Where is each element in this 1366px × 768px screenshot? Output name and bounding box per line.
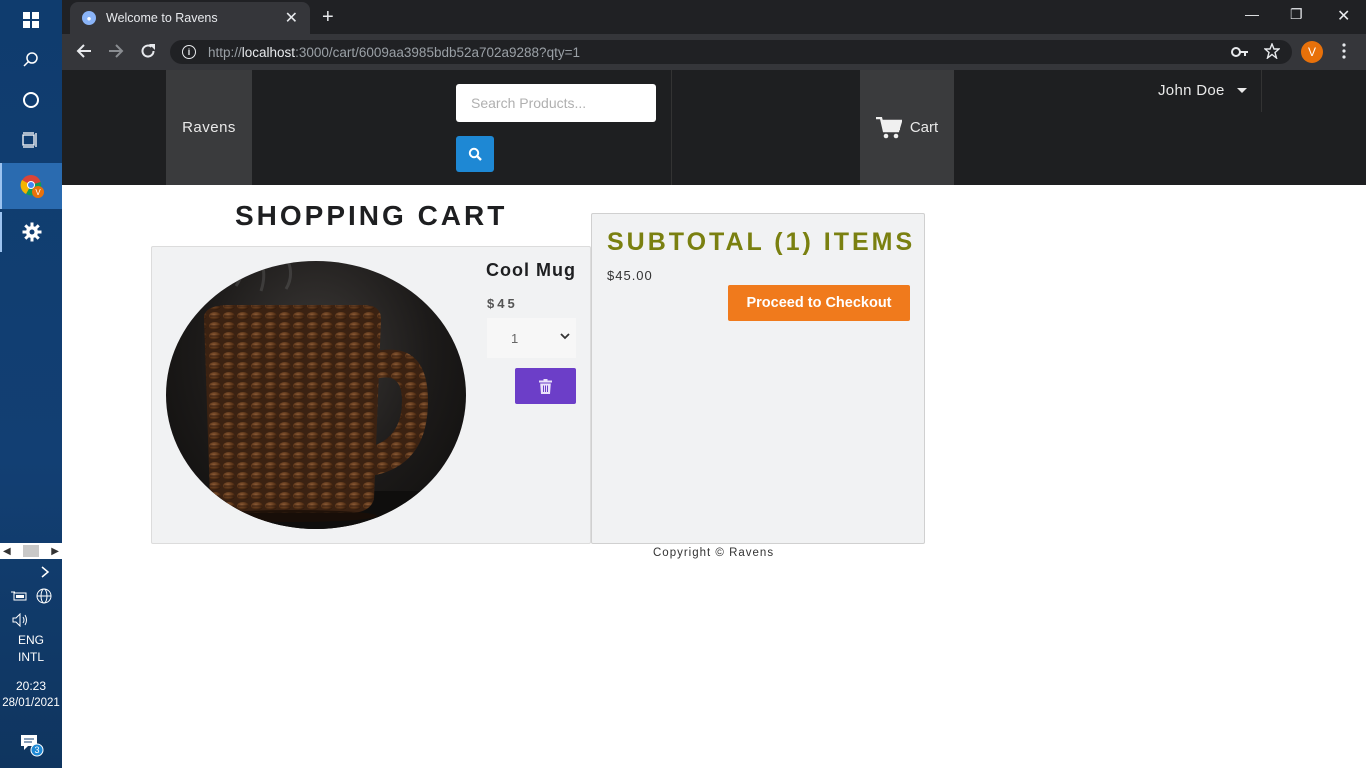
scroll-thumb[interactable] <box>23 545 39 557</box>
taskbar-scrollbar[interactable]: ◀ ▶ <box>0 543 62 559</box>
language-code: ENG <box>17 633 44 647</box>
shopping-cart-icon <box>875 116 902 138</box>
browser-tab[interactable]: ● Welcome to Ravens ✕ <box>70 2 310 34</box>
user-dropdown[interactable]: John Doe <box>1158 82 1247 99</box>
order-summary-card <box>591 213 925 544</box>
restore-icon[interactable]: ❐ <box>1290 6 1303 23</box>
windows-taskbar: V ◀ ▶ ENG INTL 20:23 28/01/2021 3 <box>0 0 62 768</box>
tab-favicon-icon: ● <box>82 11 96 25</box>
product-price: $45 <box>487 296 518 311</box>
page-title: SHOPPING CART <box>235 200 508 231</box>
search-input[interactable] <box>456 84 656 122</box>
coffee-mug-image <box>166 261 466 529</box>
nav-divider <box>1261 70 1262 112</box>
footer-copyright: Copyright © Ravens <box>653 547 775 559</box>
clock-date: 28/01/2021 <box>2 697 60 709</box>
gear-icon[interactable] <box>0 212 62 252</box>
close-window-icon[interactable]: ✕ <box>1337 6 1350 26</box>
cortana-icon[interactable] <box>0 80 62 120</box>
nav-divider <box>671 70 672 185</box>
bookmark-star-icon[interactable] <box>1263 42 1281 64</box>
url-host: localhost <box>241 44 296 60</box>
keyboard-layout: INTL <box>17 650 44 664</box>
product-image[interactable] <box>166 261 466 529</box>
notification-count: 3 <box>34 745 39 755</box>
forward-icon[interactable] <box>108 43 124 62</box>
network-globe-icon[interactable] <box>36 588 52 604</box>
minimize-icon[interactable]: — <box>1245 6 1259 22</box>
subtotal-amount: $45.00 <box>607 268 653 283</box>
close-tab-icon[interactable]: ✕ <box>285 8 298 28</box>
svg-text:V: V <box>35 188 41 197</box>
profile-avatar[interactable]: V <box>1301 41 1323 63</box>
reload-icon[interactable] <box>140 43 156 62</box>
search-icon <box>468 147 482 161</box>
clock-time: 20:23 <box>15 679 47 693</box>
volume-icon[interactable] <box>0 610 62 630</box>
scroll-right-icon[interactable]: ▶ <box>51 546 59 557</box>
address-bar[interactable]: i http://localhost:3000/cart/6009aa3985b… <box>170 40 1292 64</box>
product-name[interactable]: Cool Mug <box>486 260 576 281</box>
chrome-taskbar-icon[interactable]: V <box>0 163 62 209</box>
task-view-icon[interactable] <box>0 120 62 160</box>
cart-nav-link[interactable]: Cart <box>860 70 954 185</box>
browser-menu-icon[interactable] <box>1341 43 1347 64</box>
tab-title: Welcome to Ravens <box>106 11 218 25</box>
clock[interactable]: 20:23 28/01/2021 <box>0 678 62 712</box>
chevron-down-icon <box>560 333 570 340</box>
language-indicator[interactable]: ENG INTL <box>0 632 62 666</box>
new-tab-icon[interactable]: + <box>322 6 334 29</box>
url-path: :3000/cart/6009aa3985bdb52a702a9288?qty=… <box>295 44 580 60</box>
back-icon[interactable] <box>76 43 92 62</box>
search-icon[interactable] <box>0 40 62 80</box>
brand-logo-link[interactable]: Ravens <box>166 70 252 185</box>
tray-icons <box>0 586 62 606</box>
windows-start-icon[interactable] <box>0 0 62 40</box>
chevron-right-icon[interactable] <box>0 562 62 582</box>
key-icon[interactable] <box>1231 44 1249 65</box>
caret-down-icon <box>1236 88 1247 93</box>
trash-icon <box>539 378 552 394</box>
url-scheme: http:// <box>208 44 242 60</box>
site-info-icon[interactable]: i <box>182 45 196 59</box>
cart-nav-label: Cart <box>909 119 939 136</box>
scroll-left-icon[interactable]: ◀ <box>3 546 11 557</box>
remove-item-button[interactable] <box>515 368 576 404</box>
user-name: John Doe <box>1158 82 1225 99</box>
quantity-select[interactable]: 1 <box>487 318 576 358</box>
subtotal-heading: SUBTOTAL (1) ITEMS <box>607 228 916 256</box>
search-button[interactable] <box>456 136 494 172</box>
proceed-to-checkout-button[interactable]: Proceed to Checkout <box>728 285 910 321</box>
battery-icon[interactable] <box>10 590 27 602</box>
notification-icon[interactable]: 3 <box>0 724 62 764</box>
quantity-value: 1 <box>511 330 519 346</box>
